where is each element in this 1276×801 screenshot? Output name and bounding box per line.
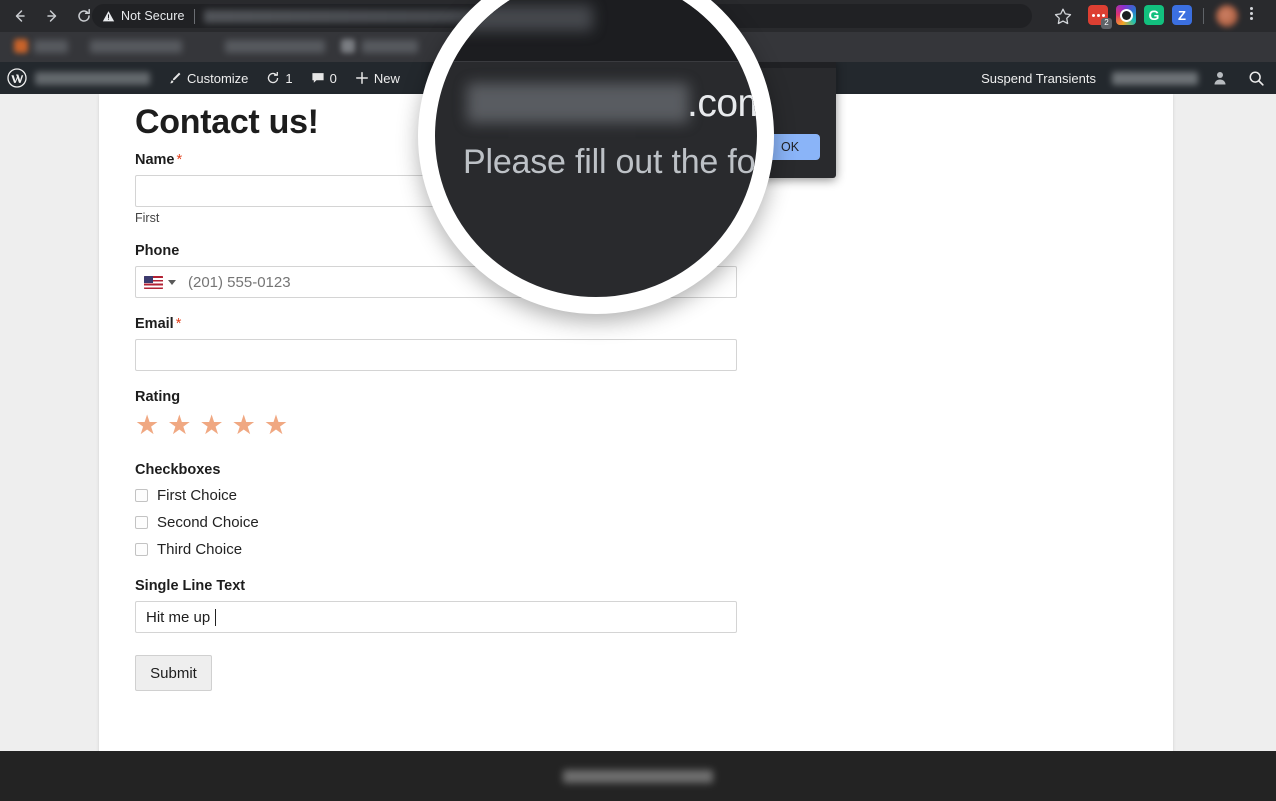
extension-grammarly-icon[interactable]: G	[1144, 5, 1164, 25]
checkbox-row[interactable]: First Choice	[135, 487, 737, 504]
comment-bubble-icon	[311, 71, 325, 85]
checkbox-first-choice[interactable]	[135, 489, 148, 502]
adminbar-right-group: Suspend Transients	[981, 64, 1270, 92]
star-icon[interactable]: ★	[167, 412, 191, 439]
checkbox-label: Second Choice	[157, 514, 259, 531]
site-footer	[0, 751, 1276, 801]
wordpress-logo-icon[interactable]	[6, 67, 28, 89]
wp-account-button[interactable]	[1206, 64, 1234, 92]
bookmark-item[interactable]	[362, 40, 418, 53]
wp-user-name-redacted[interactable]	[1112, 71, 1198, 85]
wp-updates-link[interactable]: 1	[266, 70, 293, 86]
wp-customize-label: Customize	[187, 70, 249, 86]
footer-text-redacted	[563, 769, 713, 783]
forward-button[interactable]	[38, 2, 66, 30]
magnified-bookmark-redacted	[443, 5, 593, 31]
email-input[interactable]	[135, 339, 737, 371]
checkbox-label: First Choice	[157, 487, 238, 504]
checkbox-second-choice[interactable]	[135, 516, 148, 529]
bookmark-item[interactable]	[90, 40, 182, 53]
extensions-toolbar: 2 G Z	[1088, 5, 1192, 29]
wp-new-label: New	[373, 70, 400, 86]
checkbox-third-choice[interactable]	[135, 543, 148, 556]
wp-comments-count: 0	[329, 70, 337, 86]
single-line-text-label: Single Line Text	[135, 578, 246, 594]
star-icon[interactable]: ★	[232, 412, 256, 439]
wp-search-button[interactable]	[1242, 64, 1270, 92]
screenshot-root: Not Secure 2 G Z Customize 1 0 New Suspe…	[0, 0, 1276, 801]
extension-red-dots-icon[interactable]: 2	[1088, 5, 1112, 29]
omnibox-divider	[193, 8, 195, 24]
wp-new-link[interactable]: New	[355, 71, 400, 86]
extension-badge-count: 2	[1101, 18, 1112, 29]
country-selector[interactable]	[144, 266, 176, 298]
wp-updates-count: 1	[285, 70, 293, 86]
wp-suspend-transients-link[interactable]: Suspend Transients	[981, 71, 1096, 86]
checkbox-row[interactable]: Third Choice	[135, 541, 737, 558]
star-icon	[1054, 8, 1072, 25]
back-arrow-icon	[15, 10, 25, 22]
bookmark-favicon[interactable]	[14, 39, 28, 53]
required-asterisk: *	[175, 316, 182, 332]
extension-colorful-ring-icon[interactable]	[1116, 5, 1136, 25]
bookmark-item[interactable]	[225, 40, 325, 53]
forward-arrow-icon	[47, 10, 57, 22]
bookmark-item[interactable]	[34, 40, 68, 53]
magnified-dialog-top-edge	[435, 61, 757, 62]
submit-button[interactable]: Submit	[135, 655, 212, 691]
not-secure-warning-icon	[102, 10, 115, 21]
user-avatar-icon	[1214, 72, 1226, 85]
star-icon[interactable]: ★	[264, 412, 288, 439]
magnified-dialog-message: Please fill out the form	[463, 143, 757, 181]
field-single-line-text: Single Line Text Hit me up	[135, 578, 737, 633]
reload-icon	[78, 8, 90, 22]
rating-label: Rating	[135, 389, 181, 405]
field-checkboxes: Checkboxes First Choice Second Choice Th…	[135, 462, 737, 558]
chevron-down-icon	[168, 279, 176, 285]
checkboxes-label: Checkboxes	[135, 462, 221, 478]
search-icon	[1249, 71, 1264, 86]
wp-comments-link[interactable]: 0	[311, 71, 337, 86]
paintbrush-icon	[168, 71, 182, 85]
extension-zotero-icon[interactable]: Z	[1172, 5, 1192, 25]
magnifier-content: .com Please fill out the form	[435, 0, 757, 297]
name-label-text: Name	[135, 152, 175, 168]
page-title: Contact us!	[135, 102, 319, 141]
star-icon[interactable]: ★	[135, 412, 159, 439]
checkbox-row[interactable]: Second Choice	[135, 514, 737, 531]
rating-stars[interactable]: ★ ★ ★ ★ ★	[135, 412, 737, 439]
field-rating: Rating ★ ★ ★ ★ ★	[135, 389, 737, 439]
browser-menu-button[interactable]	[1250, 7, 1253, 20]
back-button[interactable]	[6, 2, 34, 30]
toolbar-divider	[1203, 8, 1204, 24]
updates-icon	[266, 71, 280, 85]
field-email: Email *	[135, 316, 737, 371]
star-icon[interactable]: ★	[199, 412, 223, 439]
magnified-origin-tld: .com	[687, 82, 757, 125]
email-label: Email *	[135, 316, 737, 332]
magnified-origin-redacted	[467, 83, 689, 123]
us-flag-icon	[144, 275, 163, 289]
bookmark-star-button[interactable]	[1052, 6, 1074, 27]
bookmark-favicon[interactable]	[341, 39, 355, 53]
profile-avatar-button[interactable]	[1216, 5, 1238, 27]
required-asterisk: *	[176, 152, 183, 168]
security-status-label: Not Secure	[121, 9, 185, 23]
email-label-text: Email	[135, 316, 174, 332]
wp-site-name-redacted[interactable]	[35, 71, 150, 85]
plus-icon	[355, 71, 369, 85]
checkbox-label: Third Choice	[157, 541, 243, 558]
wp-customize-link[interactable]: Customize	[168, 71, 248, 86]
single-line-text-input[interactable]	[135, 601, 737, 633]
